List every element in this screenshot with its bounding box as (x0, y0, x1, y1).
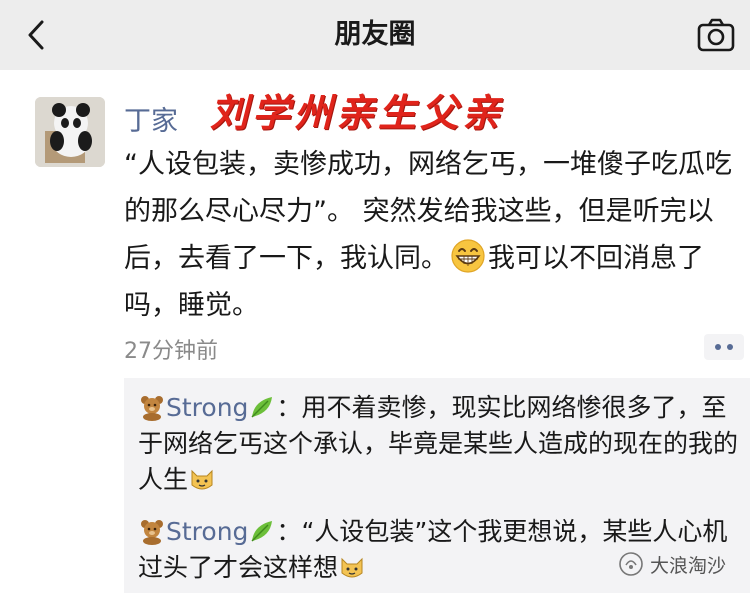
teddy-bear-icon (141, 520, 163, 545)
avatar[interactable] (35, 97, 105, 167)
comment-author[interactable]: Strong (166, 517, 248, 546)
more-actions-button[interactable] (704, 334, 744, 360)
comment-author[interactable]: Strong (166, 393, 248, 422)
leaf-icon (251, 521, 273, 542)
top-nav-bar: 朋友圈 (0, 0, 750, 70)
post-time: 27分钟前 (124, 339, 218, 364)
comment-item[interactable]: Strong ：用不着卖惨，现实比网络惨很多了，至于网络乞丐这个承认，毕竟是某些… (138, 390, 738, 498)
comment-separator: ： (276, 393, 302, 422)
leaf-icon (251, 397, 273, 418)
more-dots-icon (727, 344, 733, 350)
camera-icon[interactable] (696, 15, 736, 55)
more-dots-icon (715, 344, 721, 350)
panda-avatar-icon (35, 97, 105, 167)
overlay-caption: 刘学州亲生父亲 (210, 90, 505, 135)
comment-separator: ： (276, 517, 302, 546)
grinning-face-icon (451, 239, 485, 273)
page-title: 朋友圈 (334, 19, 416, 50)
watermark-text: 大浪淘沙 (650, 554, 727, 577)
cat-face-icon (191, 469, 213, 490)
post-text: “人设包装，卖惨成功，网络乞丐，一堆傻子吃瓜吃的那么尽心尽力”。 突然发给我这些… (124, 141, 736, 329)
watermark: 大浪淘沙 (618, 544, 726, 584)
teddy-bear-icon (141, 396, 163, 421)
post-author[interactable]: 丁家 (124, 99, 178, 138)
cat-face-icon (341, 557, 363, 578)
wechat-channel-icon (619, 552, 643, 576)
